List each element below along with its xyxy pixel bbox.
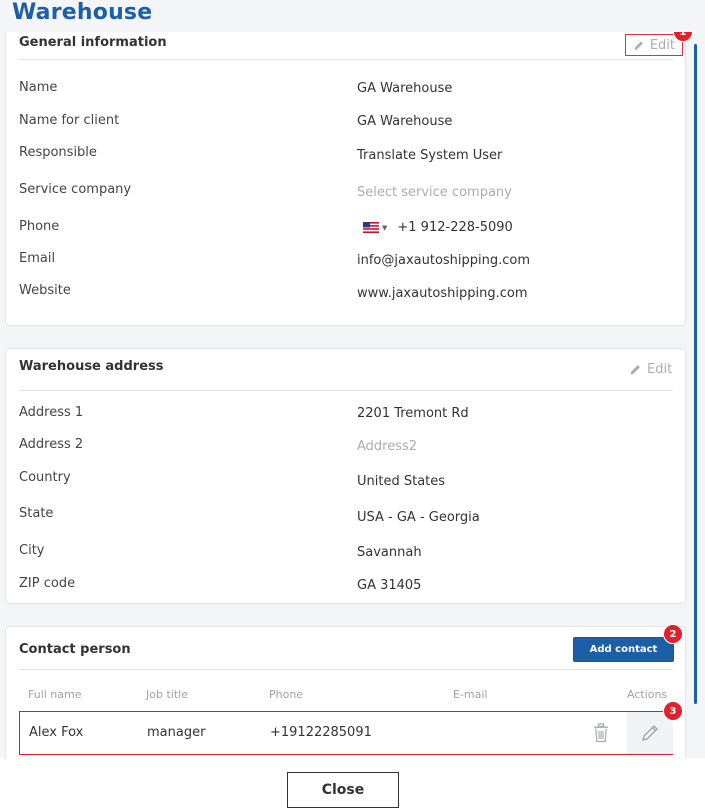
close-button[interactable]: Close xyxy=(287,772,399,808)
city-label: City xyxy=(19,543,45,558)
contact-person-title: Contact person xyxy=(19,642,131,657)
general-information-title: General information xyxy=(19,35,167,50)
address-edit-label: Edit xyxy=(647,362,673,377)
name-value: GA Warehouse xyxy=(357,81,453,96)
responsible-value: Translate System User xyxy=(357,148,503,163)
email-value: info@jaxautoshipping.com xyxy=(357,253,531,268)
phone-value: ▼ +1 912-228-5090 xyxy=(363,220,513,235)
service-company-label: Service company xyxy=(19,182,132,197)
pencil-icon xyxy=(630,365,640,375)
us-flag-icon[interactable] xyxy=(363,222,379,233)
zip-code-value: GA 31405 xyxy=(357,578,422,593)
name-label: Name xyxy=(19,80,58,95)
responsible-label: Responsible xyxy=(19,145,97,160)
card-divider xyxy=(19,669,673,670)
email-label: Email xyxy=(19,251,56,266)
trash-icon[interactable] xyxy=(592,723,610,747)
column-header-email: E-mail xyxy=(453,688,488,701)
service-company-select[interactable]: Select service company xyxy=(357,185,512,200)
warehouse-address-card: Warehouse address Edit Address 1 2201 Tr… xyxy=(5,348,686,604)
address-1-value: 2201 Tremont Rd xyxy=(357,406,469,421)
country-value: United States xyxy=(357,474,446,489)
phone-number: +1 912-228-5090 xyxy=(397,220,513,235)
column-header-actions: Actions xyxy=(627,688,668,701)
website-value: www.jaxautoshipping.com xyxy=(357,286,528,301)
contact-full-name: Alex Fox xyxy=(29,725,84,740)
contact-job-title: manager xyxy=(147,725,206,740)
page-title: Warehouse xyxy=(12,0,153,25)
pencil-icon xyxy=(634,41,643,50)
table-row[interactable]: Alex Fox manager +19122285091 xyxy=(19,711,673,755)
general-information-card: General information Edit 1 Name GA Wareh… xyxy=(5,32,693,326)
callout-badge-2: 2 xyxy=(663,624,683,644)
column-header-full-name: Full name xyxy=(28,688,82,701)
pencil-icon xyxy=(642,725,658,741)
state-label: State xyxy=(19,506,54,521)
zip-code-label: ZIP code xyxy=(19,576,76,591)
content-scroll-area[interactable]: General information Edit 1 Name GA Wareh… xyxy=(0,32,705,758)
phone-label: Phone xyxy=(19,219,60,234)
callout-badge-3: 3 xyxy=(663,701,683,721)
address-1-label: Address 1 xyxy=(19,405,84,420)
column-header-phone: Phone xyxy=(269,688,304,701)
website-label: Website xyxy=(19,283,71,298)
contact-person-card: Contact person Add contact 2 Full name J… xyxy=(5,624,686,758)
dialog-footer: Close xyxy=(0,758,705,811)
address-2-value: Address2 xyxy=(357,439,418,454)
column-header-job-title: Job title xyxy=(146,688,188,701)
state-value: USA - GA - Georgia xyxy=(357,510,480,525)
contact-phone: +19122285091 xyxy=(270,725,372,740)
name-for-client-label: Name for client xyxy=(19,113,120,128)
city-value: Savannah xyxy=(357,545,422,560)
general-edit-label: Edit xyxy=(649,37,675,53)
address-edit-button[interactable]: Edit xyxy=(629,362,672,377)
chevron-down-icon[interactable]: ▼ xyxy=(382,224,387,232)
scrollbar[interactable] xyxy=(694,44,697,704)
card-divider xyxy=(19,390,673,391)
add-contact-button[interactable]: Add contact xyxy=(573,637,674,662)
warehouse-address-title: Warehouse address xyxy=(19,359,164,374)
address-2-label: Address 2 xyxy=(19,437,84,452)
card-divider xyxy=(19,59,673,60)
name-for-client-value: GA Warehouse xyxy=(357,114,453,129)
country-label: Country xyxy=(19,470,71,485)
